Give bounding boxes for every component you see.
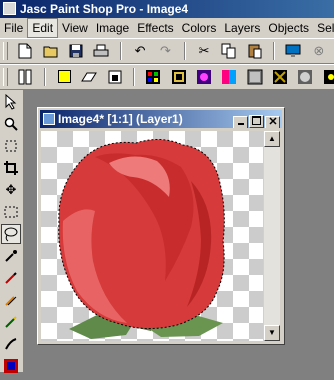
undo-icon[interactable]: ↶ (130, 41, 150, 61)
yellow-swatch (57, 70, 71, 83)
frame-icon[interactable] (169, 67, 189, 87)
color-replacer-tool-icon[interactable] (1, 312, 21, 332)
clone-brush-tool-icon[interactable] (1, 290, 21, 310)
mover-tool-icon[interactable]: ✥ (1, 180, 21, 200)
palette-toolbar (0, 64, 334, 90)
app-title: Jasc Paint Shop Pro - Image4 (20, 2, 189, 16)
tool-palette-icon[interactable] (15, 67, 35, 87)
document-title: Image4* [1:1] (Layer1) (58, 112, 183, 126)
toolbar-separator (43, 68, 46, 86)
paint-brush-tool-icon[interactable] (1, 268, 21, 288)
maximize-button[interactable] (249, 115, 264, 128)
app-titlebar[interactable]: Jasc Paint Shop Pro - Image4 (0, 0, 334, 18)
foreground-color-icon[interactable] (54, 67, 74, 87)
arrow-tool-icon[interactable] (1, 92, 21, 112)
flip-icon[interactable] (295, 67, 315, 87)
toolbar-separator (273, 42, 276, 60)
save-icon[interactable] (66, 41, 86, 61)
retouch-tool-icon[interactable] (1, 334, 21, 354)
mask-icon[interactable] (270, 67, 290, 87)
menu-layers[interactable]: Layers (220, 18, 264, 38)
app-icon (3, 2, 16, 15)
menu-view[interactable]: View (58, 18, 92, 38)
selection-tool-icon[interactable] (1, 202, 21, 222)
layer-palette-icon[interactable] (143, 67, 163, 87)
minimize-button[interactable] (233, 116, 248, 128)
toolbar-separator (183, 42, 186, 60)
eraser-icon[interactable] (79, 67, 99, 87)
standard-toolbar: ↶ ↷ ✂ ⊗ ? (0, 38, 334, 64)
menu-colors[interactable]: Colors (178, 18, 221, 38)
effects-icon[interactable] (194, 67, 214, 87)
tool-palette: ✥ (0, 90, 24, 373)
freehand-selection-tool-icon[interactable] (1, 224, 21, 244)
menu-objects[interactable]: Objects (264, 18, 313, 38)
vertical-scrollbar[interactable]: ▲ ▼ (264, 131, 280, 341)
browse-icon[interactable]: ⊗ (309, 41, 329, 61)
toolbar-grip[interactable] (3, 68, 8, 86)
rose-image (58, 139, 225, 339)
menu-image[interactable]: Image (92, 18, 133, 38)
toolbar-separator (119, 42, 122, 60)
cut-icon[interactable]: ✂ (194, 41, 214, 61)
scroll-up-arrow[interactable]: ▲ (264, 131, 280, 147)
workspace: Image4* [1:1] (Layer1) ▲ ▼ (24, 90, 334, 372)
document-icon (43, 113, 55, 125)
new-icon[interactable] (15, 41, 35, 61)
histogram-icon[interactable] (105, 67, 125, 87)
menu-effects[interactable]: Effects (133, 18, 177, 38)
close-button[interactable] (265, 116, 280, 128)
zoom-tool-icon[interactable] (1, 114, 21, 134)
tile-icon[interactable] (245, 67, 265, 87)
paste-icon[interactable] (245, 41, 265, 61)
print-icon[interactable] (91, 41, 111, 61)
image-canvas[interactable] (41, 131, 263, 341)
full-screen-icon[interactable] (283, 41, 303, 61)
menu-selections[interactable]: Sele (313, 18, 334, 38)
toolbar-separator (133, 68, 136, 86)
redo-icon[interactable]: ↷ (155, 41, 175, 61)
dropper-tool-icon[interactable] (1, 246, 21, 266)
scroll-down-arrow[interactable]: ▼ (264, 325, 280, 341)
menu-edit[interactable]: Edit (27, 18, 59, 38)
window-controls (232, 112, 280, 128)
sparkle-icon[interactable] (321, 67, 334, 87)
copy-icon[interactable] (219, 41, 239, 61)
menu-bar: File Edit View Image Effects Colors Layers Obje… (0, 18, 334, 38)
colors-icon[interactable] (219, 67, 239, 87)
crop-tool-icon[interactable] (1, 158, 21, 178)
menu-file[interactable]: File (0, 18, 27, 38)
open-icon[interactable] (41, 41, 61, 61)
toolbar-grip[interactable] (3, 42, 8, 60)
document-titlebar[interactable]: Image4* [1:1] (Layer1) (40, 110, 282, 128)
scratch-remover-tool-icon[interactable] (1, 356, 21, 376)
document-window[interactable]: Image4* [1:1] (Layer1) ▲ ▼ (37, 107, 285, 345)
deformation-tool-icon[interactable] (1, 136, 21, 156)
